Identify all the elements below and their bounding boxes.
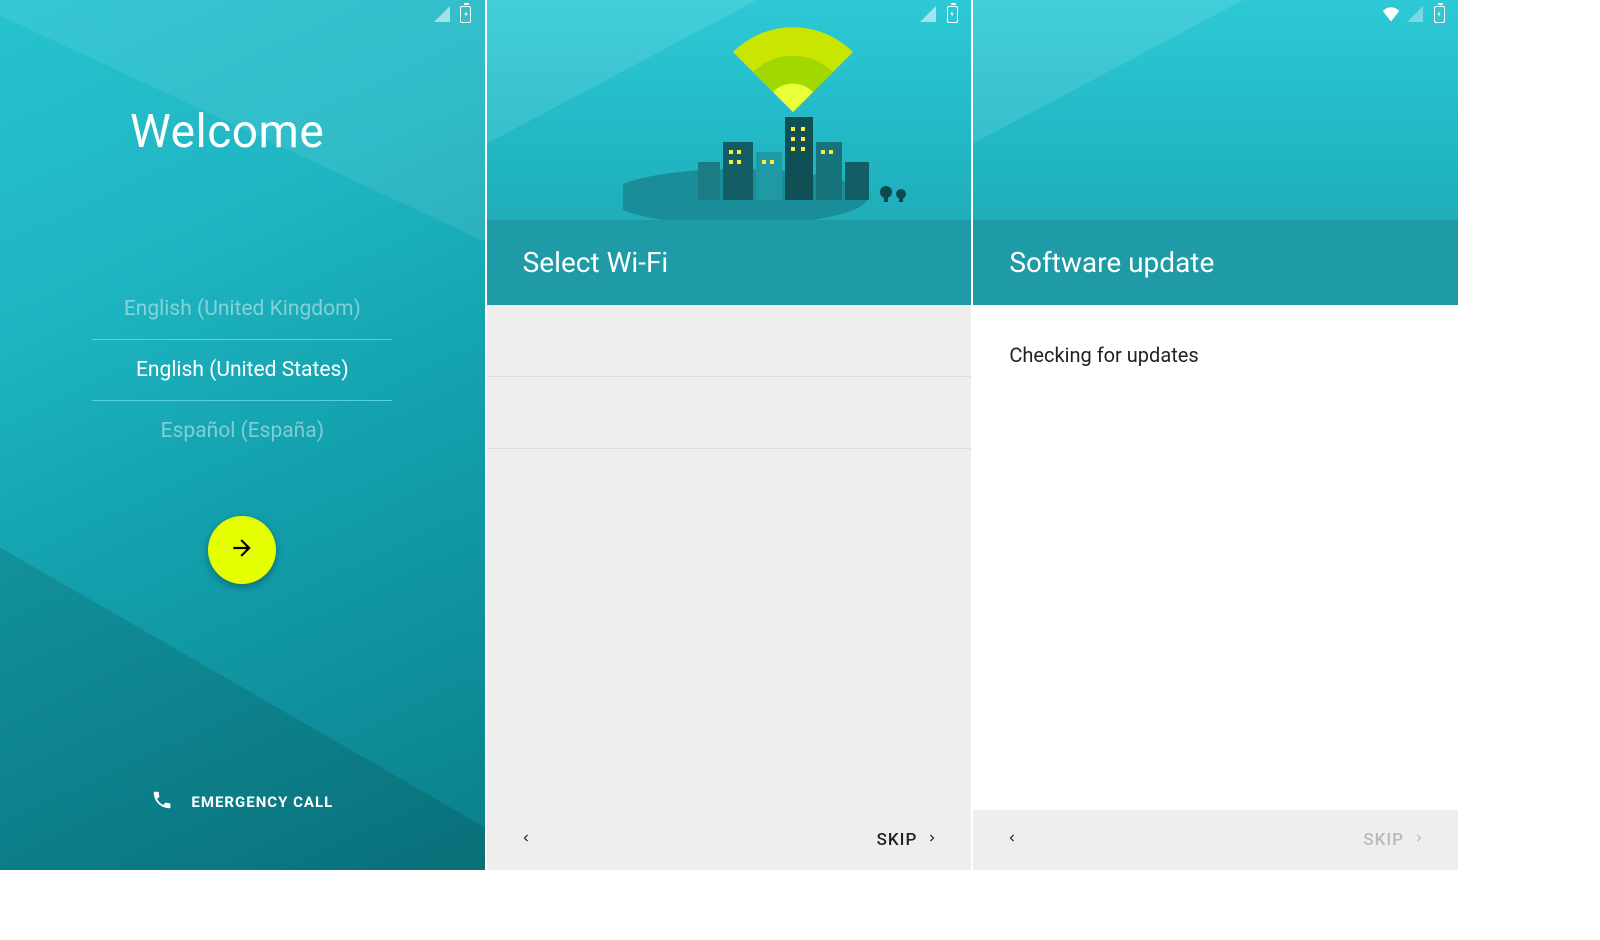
page-title: Software update [1009, 246, 1214, 279]
title-bar: Select Wi-Fi [487, 220, 972, 305]
hero-illustration [487, 0, 972, 220]
chevron-right-icon [1412, 827, 1426, 854]
cellular-empty-icon [433, 5, 451, 23]
city-wifi-icon [623, 22, 963, 220]
arrow-right-icon [229, 535, 255, 565]
chevron-right-icon [925, 827, 939, 854]
language-option-next[interactable]: Español (España) [92, 401, 392, 461]
skip-button-disabled: SKIP [1363, 827, 1426, 854]
select-wifi-panel: Select Wi-Fi SKIP [487, 0, 974, 870]
content-area: Checking for updates [973, 305, 1458, 870]
wifi-icon [1382, 5, 1400, 23]
chevron-left-icon [519, 827, 533, 853]
language-option-prev[interactable]: English (United Kingdom) [92, 279, 392, 339]
chevron-left-icon [1005, 827, 1019, 853]
welcome-panel: Welcome English (United Kingdom) English… [0, 0, 487, 870]
status-bar [0, 0, 485, 28]
wifi-list[interactable] [487, 305, 972, 870]
wifi-list-item[interactable] [487, 305, 972, 377]
skip-label: SKIP [877, 830, 918, 850]
welcome-title: Welcome [130, 105, 485, 159]
language-option-selected[interactable]: English (United States) [92, 339, 392, 401]
battery-charging-icon [457, 5, 475, 23]
back-button[interactable] [1005, 827, 1019, 853]
update-status-text: Checking for updates [973, 305, 1458, 405]
back-button[interactable] [519, 827, 533, 853]
hero-area [973, 0, 1458, 220]
cellular-empty-icon [919, 5, 937, 23]
wifi-list-item[interactable] [487, 377, 972, 449]
skip-button[interactable]: SKIP [877, 827, 940, 854]
battery-charging-icon [943, 5, 961, 23]
language-picker[interactable]: English (United Kingdom) English (United… [92, 279, 392, 461]
cellular-empty-icon [1406, 5, 1424, 23]
emergency-call-button[interactable]: EMERGENCY CALL [0, 789, 485, 815]
title-bar: Software update [973, 220, 1458, 305]
page-title: Select Wi-Fi [523, 246, 669, 279]
status-bar [973, 0, 1458, 28]
battery-charging-icon [1430, 5, 1448, 23]
bottom-nav: SKIP [487, 810, 972, 870]
emergency-call-label: EMERGENCY CALL [191, 793, 333, 811]
continue-button[interactable] [208, 516, 276, 584]
phone-icon [151, 789, 173, 815]
status-bar [487, 0, 972, 28]
software-update-panel: Software update Checking for updates SKI… [973, 0, 1460, 870]
skip-label: SKIP [1363, 830, 1404, 850]
bottom-nav: SKIP [973, 810, 1458, 870]
